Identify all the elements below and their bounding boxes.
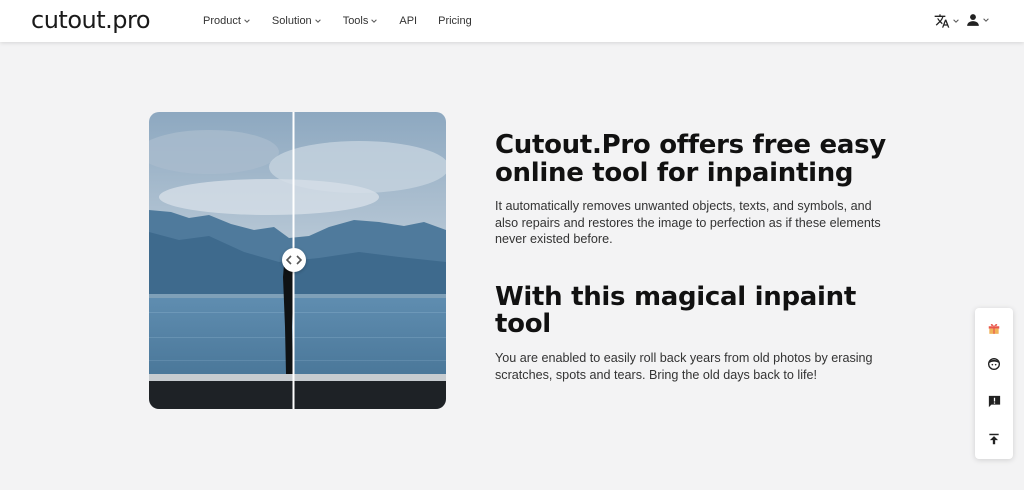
back-to-top-button[interactable] [984,429,1004,449]
feedback-button[interactable] [984,391,1004,411]
nav-api[interactable]: API [399,15,417,27]
chevron-down-icon [983,18,989,22]
nav-tools-label: Tools [342,15,369,27]
compare-arrows-icon [286,255,302,265]
nav-product-label: Product [203,15,241,27]
chevron-down-icon [314,19,321,23]
description-inpainting: It automatically removes unwanted object… [495,199,881,246]
nav-tools[interactable]: Tools [343,15,379,27]
feedback-icon [988,395,1000,407]
chevron-down-icon [244,19,250,23]
top-header: cutout.pro Product Solution Tools API Pr… [0,0,1024,42]
back-to-top-icon [989,433,999,445]
before-after-comparison-image[interactable] [149,112,446,409]
logo[interactable]: cutout.pro [31,6,151,34]
nav-solution[interactable]: Solution [272,15,322,27]
nav-api-label: API [399,15,418,27]
nav-pricing[interactable]: Pricing [438,15,472,27]
floating-toolbar [975,308,1013,459]
heading-magical-inpaint: With this magical inpaint tool [495,282,856,339]
nav-pricing-label: Pricing [438,15,472,27]
translate-icon [934,14,950,28]
user-icon [967,14,979,26]
description-old-photos: You are enabled to easily roll back year… [495,351,873,382]
comparison-slider-handle[interactable] [282,248,306,272]
chevron-down-icon [371,19,378,23]
user-menu[interactable] [966,13,990,27]
nav-product[interactable]: Product [203,15,251,27]
support-button[interactable] [984,354,1004,374]
heading-inpainting-tool: Cutout.Pro offers free easy online tool … [495,130,886,188]
nav-solution-label: Solution [271,15,312,27]
main-nav: Product Solution Tools API Pricing [203,0,493,42]
language-selector[interactable] [934,13,960,29]
support-face-icon [988,358,1000,370]
gift-button[interactable] [984,318,1004,338]
gift-icon [988,323,1000,334]
chevron-down-icon [953,19,959,23]
